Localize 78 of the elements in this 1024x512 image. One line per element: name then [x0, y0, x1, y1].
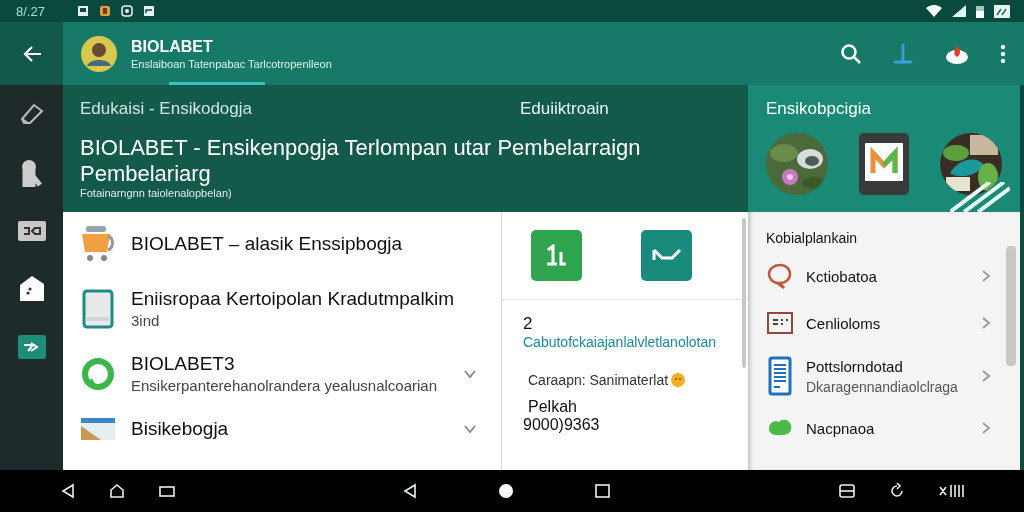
chevron-icon[interactable]	[980, 421, 992, 435]
page-note: Fotainarngnn taiolenalopbelan)	[79, 187, 233, 199]
notification-icon	[120, 5, 133, 17]
bars-icon[interactable]	[938, 483, 964, 499]
item-subtitle: 3ind	[131, 312, 161, 329]
calendar-icon	[994, 4, 1010, 18]
notification-icon	[98, 5, 111, 17]
menu-label: Pottslorndotad	[806, 357, 904, 375]
shape-icon[interactable]	[108, 483, 126, 499]
list-item[interactable]: Eniisropaa Kertoipolan Kradutmpalkim 3ind	[79, 288, 501, 329]
item-count: 2	[523, 314, 534, 334]
list-item[interactable]: BIOLABET3 Ensikerpanterehanolrandera yealusnalcoarian	[79, 353, 501, 394]
item-title: BIOLABET – alasik Enssipbogja	[131, 233, 404, 255]
chevron-icon[interactable]	[980, 269, 992, 283]
item-title: BIOLABET3	[131, 353, 236, 375]
wifi-icon	[926, 5, 942, 17]
avatar-icon	[81, 35, 117, 72]
menu-label: Cenlioloms	[806, 314, 882, 332]
bucket-icon	[80, 224, 116, 264]
battery-icon	[976, 4, 984, 18]
phone-icon	[859, 133, 909, 195]
back-icon[interactable]	[402, 483, 418, 499]
detail-label: Pelkah	[528, 398, 578, 416]
detail-link[interactable]: Cabutofckaiajanlalvletlanolotan	[523, 334, 738, 350]
detail-caption: Caraapn: Sanimaterlat	[528, 372, 669, 388]
house-icon[interactable]	[17, 275, 46, 301]
more-icon[interactable]	[1000, 43, 1006, 64]
ring-icon	[80, 355, 116, 392]
chevron-icon[interactable]	[980, 369, 992, 383]
card-icon[interactable]	[838, 483, 856, 499]
panel-title: Ensikobpcigia	[766, 99, 872, 119]
leaf-icon	[767, 418, 793, 438]
item-title: Eniisropaa Kertoipolan Kradutmpalkim	[131, 288, 456, 310]
recents-icon[interactable]	[594, 483, 612, 499]
chevron-icon[interactable]	[463, 423, 477, 435]
emoji-icon	[671, 373, 686, 387]
chat-icon	[767, 262, 793, 290]
menu-title: Kobialplankain	[766, 230, 859, 246]
document-icon	[768, 356, 792, 396]
ribbon-icon[interactable]	[17, 221, 46, 241]
home-icon[interactable]	[498, 483, 514, 499]
back-icon	[21, 44, 42, 63]
menu-label: Kctiobatoa	[806, 267, 878, 285]
list-item[interactable]: Bisikebogja	[79, 418, 501, 440]
menu-item[interactable]: Kctiobatoa	[766, 262, 1006, 290]
list-icon	[767, 312, 793, 334]
forward-icon[interactable]	[17, 335, 46, 359]
action-button[interactable]	[641, 230, 692, 281]
detail-number: 9000)9363	[523, 416, 601, 434]
breadcrumb: Edukaisi - Ensikodogja	[79, 99, 253, 119]
action-button[interactable]	[531, 230, 582, 281]
back-button[interactable]	[21, 44, 42, 63]
app-subtitle: Enslaiboan Tatenpabac Tarlcotropenlleon	[131, 57, 332, 70]
tablet-icon	[82, 288, 114, 329]
menu-subtitle: Dkaragennandiaolclraga	[806, 378, 959, 395]
recents-icon[interactable]	[158, 484, 176, 498]
section-label: Eduiiktroain	[519, 99, 610, 119]
app-title: BIOLABET	[131, 37, 214, 56]
image-icon	[81, 418, 115, 440]
signal-icon	[952, 5, 966, 17]
item-title: Bisikebogja	[131, 418, 230, 440]
chevron-icon[interactable]	[980, 316, 992, 330]
search-icon[interactable]	[840, 42, 862, 65]
menu-item[interactable]: Pottslorndotad Dkaragennandiaolclraga	[766, 356, 1006, 396]
figure-icon[interactable]	[19, 159, 44, 187]
status-time: 8/.27	[16, 3, 45, 19]
scrollbar[interactable]	[742, 218, 746, 368]
menu-label: Nacpnaoa	[806, 419, 876, 437]
item-subtitle: Ensikerpanterehanolrandera yealusnalcoarian	[131, 377, 439, 394]
page-title: BIOLABET - Ensikenpogja Terlompan utar Pembelarraign Pembelariarg	[79, 134, 642, 187]
rotate-icon[interactable]	[888, 482, 906, 500]
back-icon[interactable]	[60, 483, 76, 499]
scrollbar[interactable]	[1006, 246, 1016, 366]
list-item[interactable]: BIOLABET – alasik Enssipbogja	[79, 224, 501, 264]
notification-icon	[76, 5, 89, 17]
menu-item[interactable]: Cenlioloms	[766, 312, 1006, 334]
notification-icon	[142, 5, 155, 17]
menu-item[interactable]: Nacpnaoa	[766, 418, 1006, 438]
